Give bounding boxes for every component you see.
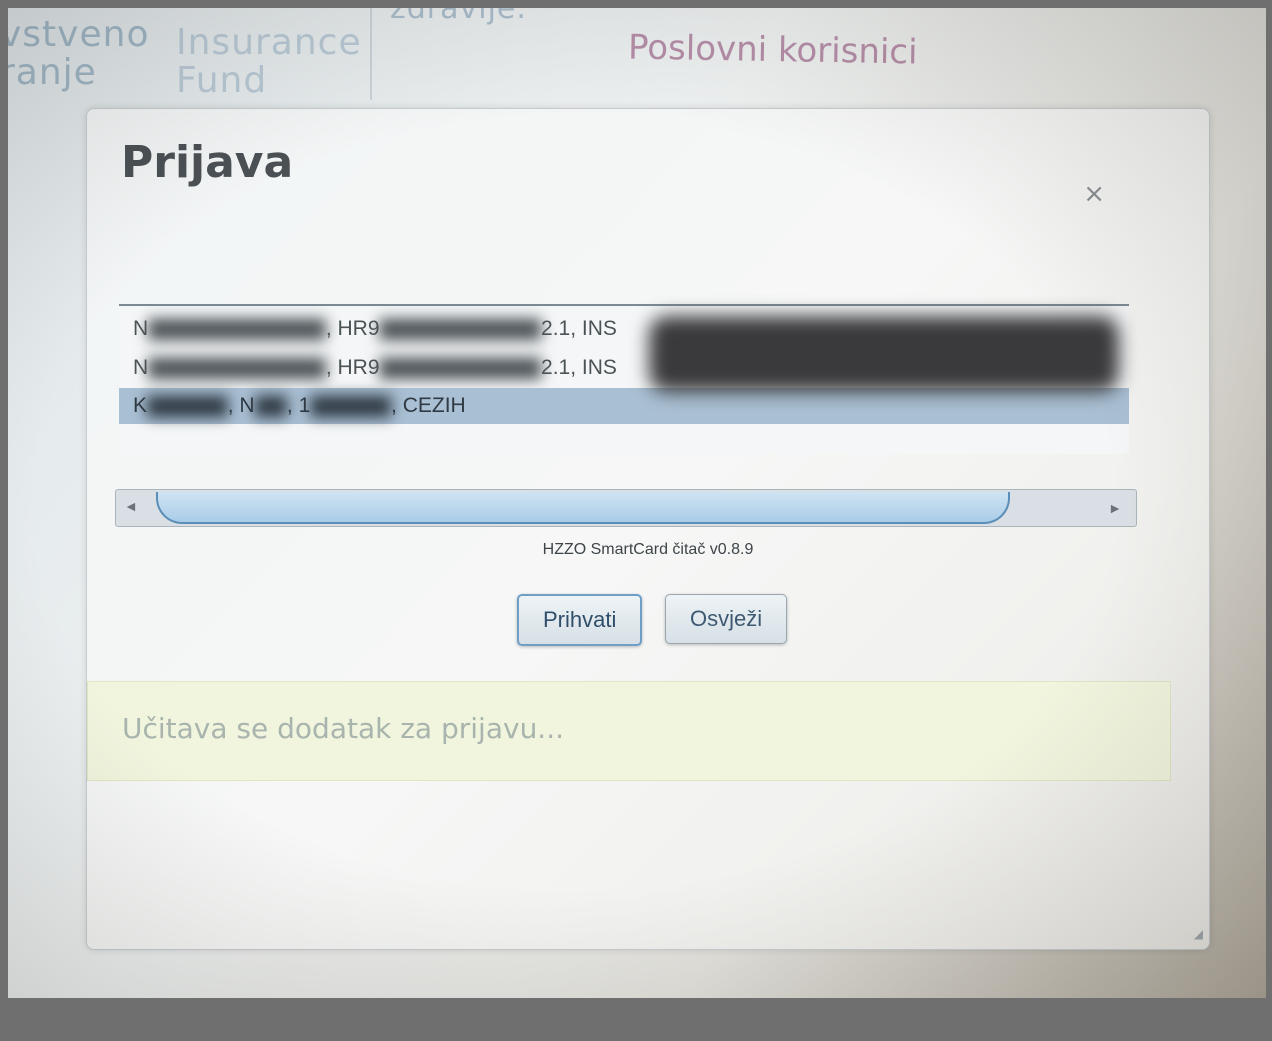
horizontal-scrollbar[interactable]: ◄ ►	[115, 489, 1137, 527]
loading-message: Učitava se dodatak za prijavu...	[122, 712, 565, 745]
login-dialog: Prijava × N▇▇▇▇▇▇▇▇▇▇▇, HR9▇▇▇▇▇▇▇▇▇▇2.1…	[86, 108, 1210, 950]
resize-grip-icon[interactable]: ◢	[1194, 927, 1203, 941]
redacted-id: ▇▇▇▇▇	[310, 394, 392, 417]
redaction-blur	[649, 316, 1119, 392]
cert-mid: , N	[227, 394, 255, 417]
redacted-id: ▇▇▇▇▇▇▇▇▇▇	[379, 356, 542, 379]
certificate-list[interactable]: N▇▇▇▇▇▇▇▇▇▇▇, HR9▇▇▇▇▇▇▇▇▇▇2.1, INS N▇▇▇…	[119, 304, 1129, 454]
cert-prefix: N	[133, 356, 149, 379]
cert-suffix: 2.1, INS	[541, 317, 617, 340]
cert-prefix: K	[133, 394, 148, 417]
close-icon[interactable]: ×	[1083, 179, 1105, 209]
redacted-name: ▇▇	[254, 394, 287, 417]
refresh-button[interactable]: Osvježi	[665, 594, 788, 644]
certificate-row-text: K▇▇▇▇▇, N▇▇, 1▇▇▇▇▇, CEZIH	[133, 388, 466, 424]
background-header-left-line2: ranje	[8, 52, 97, 93]
photo-frame: vstveno ranje Insurance Fund zdravlje. P…	[8, 8, 1266, 998]
redacted-name: ▇▇▇▇▇▇▇▇▇▇▇	[148, 317, 326, 340]
background-insurance-fund: Insurance Fund	[176, 24, 362, 100]
loading-info-box: Učitava se dodatak za prijavu...	[87, 681, 1171, 781]
redacted-name: ▇▇▇▇▇▇▇▇▇▇▇	[148, 356, 326, 379]
scrollbar-thumb[interactable]	[156, 492, 1010, 524]
cert-mid: , HR9	[325, 356, 380, 379]
certificate-row-text: N▇▇▇▇▇▇▇▇▇▇▇, HR9▇▇▇▇▇▇▇▇▇▇2.1, INS	[133, 311, 617, 347]
accept-button[interactable]: Prihvati	[517, 594, 643, 646]
cert-mid2: , 1	[286, 394, 311, 417]
redacted-name: ▇▇▇▇▇	[147, 394, 228, 417]
scroll-right-icon[interactable]: ►	[1108, 500, 1122, 516]
dialog-title: Prijava	[121, 137, 294, 188]
scroll-left-icon[interactable]: ◄	[124, 498, 138, 514]
background-insurance-line2: Fund	[176, 60, 268, 101]
redacted-id: ▇▇▇▇▇▇▇▇▇▇	[379, 317, 542, 340]
background-poslovni-korisnici-link[interactable]: Poslovni korisnici	[628, 27, 918, 72]
cert-suffix: , CEZIH	[391, 394, 466, 417]
certificate-row-selected[interactable]: K▇▇▇▇▇, N▇▇, 1▇▇▇▇▇, CEZIH	[119, 388, 1129, 424]
background-divider	[370, 8, 372, 100]
background-header-left-line1: vstveno	[8, 14, 150, 55]
reader-version-label: HZZO SmartCard čitač v0.8.9	[542, 541, 754, 558]
background-insurance-line1: Insurance	[176, 22, 362, 63]
background-zdravlje: zdravlje.	[390, 8, 527, 26]
cert-mid: , HR9	[325, 317, 380, 340]
cert-suffix: 2.1, INS	[541, 356, 617, 379]
certificate-row-text: N▇▇▇▇▇▇▇▇▇▇▇, HR9▇▇▇▇▇▇▇▇▇▇2.1, INS	[133, 350, 617, 386]
background-header-left: vstveno ranje	[8, 16, 149, 92]
cert-prefix: N	[133, 317, 149, 340]
